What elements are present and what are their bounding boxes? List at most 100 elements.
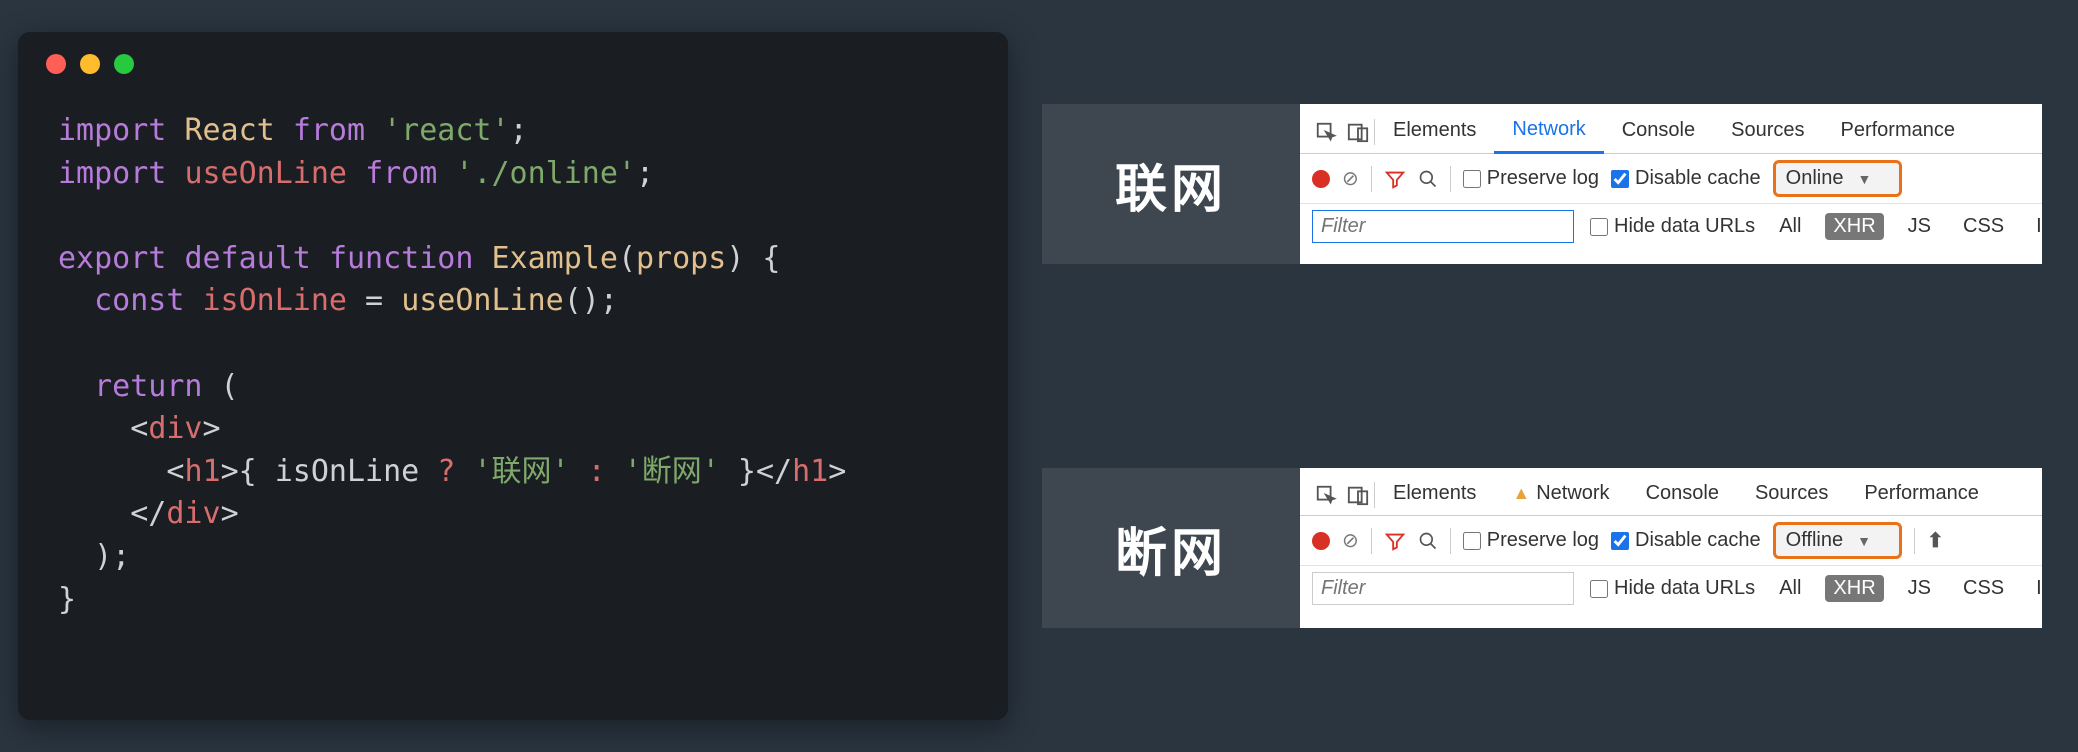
clear-icon[interactable]: ⊘ bbox=[1342, 166, 1359, 191]
filter-icon[interactable] bbox=[1384, 530, 1406, 552]
keyword-function: function bbox=[329, 241, 474, 276]
disable-cache-checkbox[interactable]: Disable cache bbox=[1611, 167, 1761, 190]
throttling-select[interactable]: Offline ▼ bbox=[1773, 522, 1902, 559]
keyword-const: const bbox=[94, 283, 184, 318]
filter-icon[interactable] bbox=[1384, 168, 1406, 190]
search-icon[interactable] bbox=[1418, 169, 1438, 189]
op-ternary-colon: : bbox=[570, 454, 624, 489]
jsx-tag-h1: h1 bbox=[184, 454, 220, 489]
keyword-default: default bbox=[184, 241, 310, 276]
identifier-useonline: useOnLine bbox=[184, 156, 347, 191]
offline-label: 断网 bbox=[1042, 468, 1300, 628]
filter-type-css[interactable]: CSS bbox=[1955, 575, 2012, 602]
device-toolbar-icon[interactable] bbox=[1342, 479, 1374, 511]
string-online: './online' bbox=[455, 156, 636, 191]
filter-type-js[interactable]: JS bbox=[1900, 213, 1939, 240]
tab-performance[interactable]: Performance bbox=[1823, 111, 1974, 152]
tab-network[interactable]: ▲ Network bbox=[1494, 474, 1627, 515]
filter-type-all[interactable]: All bbox=[1771, 213, 1809, 240]
record-icon[interactable] bbox=[1312, 532, 1330, 550]
preserve-log-input[interactable] bbox=[1463, 170, 1481, 188]
filter-type-xhr[interactable]: XHR bbox=[1825, 575, 1883, 602]
filter-input[interactable] bbox=[1312, 572, 1574, 605]
devtools-network-toolbar: ⊘ Preserve log Disable cache Offline ▼ ⬆ bbox=[1300, 516, 2042, 566]
tab-network-label: Network bbox=[1536, 482, 1609, 505]
devtools-network-toolbar: ⊘ Preserve log Disable cache Online ▼ bbox=[1300, 154, 2042, 204]
hide-data-urls-input[interactable] bbox=[1590, 218, 1608, 236]
jsx-tag-h1-close: h1 bbox=[792, 454, 828, 489]
offline-panel: 断网 Elements ▲ Network Console Sources Pe… bbox=[1042, 468, 2042, 628]
punct-eq: = bbox=[347, 283, 401, 318]
call-useonline: useOnLine bbox=[401, 283, 564, 318]
arg-props: props bbox=[636, 241, 726, 276]
keyword-return: return bbox=[94, 369, 202, 404]
punct-rbrace: } bbox=[720, 454, 756, 489]
minimize-window-icon[interactable] bbox=[80, 54, 100, 74]
punct-ltslash: </ bbox=[756, 454, 792, 489]
identifier-isonline: isOnLine bbox=[275, 454, 420, 489]
inspect-element-icon[interactable] bbox=[1310, 479, 1342, 511]
identifier-react: React bbox=[184, 113, 274, 148]
tab-sources[interactable]: Sources bbox=[1713, 111, 1822, 152]
tab-sources[interactable]: Sources bbox=[1737, 474, 1846, 515]
upload-har-icon[interactable]: ⬆ bbox=[1927, 528, 1944, 553]
punct-lbrace: { bbox=[744, 241, 780, 276]
punct-rparen: ) bbox=[726, 241, 744, 276]
filter-type-all[interactable]: All bbox=[1771, 575, 1809, 602]
hide-data-urls-checkbox[interactable]: Hide data URLs bbox=[1590, 577, 1755, 600]
hide-data-urls-checkbox[interactable]: Hide data URLs bbox=[1590, 215, 1755, 238]
keyword-import: import bbox=[58, 113, 166, 148]
zoom-window-icon[interactable] bbox=[114, 54, 134, 74]
punct-ltslash: </ bbox=[130, 496, 166, 531]
filter-input[interactable] bbox=[1312, 210, 1574, 243]
fn-name-example: Example bbox=[492, 241, 618, 276]
punct-lparen: ( bbox=[203, 369, 239, 404]
filter-type-js[interactable]: JS bbox=[1900, 575, 1939, 602]
devtools-tabs: Elements Network Console Sources Perform… bbox=[1300, 104, 2042, 154]
hide-data-urls-input[interactable] bbox=[1590, 580, 1608, 598]
warning-icon: ▲ bbox=[1512, 483, 1530, 504]
filter-type-css[interactable]: CSS bbox=[1955, 213, 2012, 240]
disable-cache-input[interactable] bbox=[1611, 170, 1629, 188]
divider bbox=[1450, 528, 1451, 554]
keyword-from: from bbox=[365, 156, 437, 191]
record-icon[interactable] bbox=[1312, 170, 1330, 188]
punct-gt: > bbox=[221, 454, 239, 489]
search-icon[interactable] bbox=[1418, 531, 1438, 551]
punct-gt: > bbox=[203, 411, 221, 446]
devtools-tabs: Elements ▲ Network Console Sources Perfo… bbox=[1300, 468, 2042, 516]
punct-gt: > bbox=[828, 454, 846, 489]
keyword-export: export bbox=[58, 241, 166, 276]
tab-elements[interactable]: Elements bbox=[1375, 111, 1494, 152]
window-traffic-lights bbox=[18, 32, 1008, 82]
devtools-filter-bar: Hide data URLs All XHR JS CSS Img M bbox=[1300, 204, 2042, 251]
filter-type-xhr[interactable]: XHR bbox=[1825, 213, 1883, 240]
disable-cache-label: Disable cache bbox=[1635, 529, 1761, 552]
disable-cache-checkbox[interactable]: Disable cache bbox=[1611, 529, 1761, 552]
disable-cache-input[interactable] bbox=[1611, 532, 1629, 550]
punct-lt: < bbox=[130, 411, 148, 446]
punct-gt: > bbox=[221, 496, 239, 531]
preserve-log-input[interactable] bbox=[1463, 532, 1481, 550]
clear-icon[interactable]: ⊘ bbox=[1342, 528, 1359, 553]
preserve-log-checkbox[interactable]: Preserve log bbox=[1463, 529, 1599, 552]
throttling-select[interactable]: Online ▼ bbox=[1773, 160, 1903, 197]
tab-console[interactable]: Console bbox=[1628, 474, 1737, 515]
close-window-icon[interactable] bbox=[46, 54, 66, 74]
device-toolbar-icon[interactable] bbox=[1342, 116, 1374, 148]
online-panel: 联网 Elements Network Console Sources Perf… bbox=[1042, 104, 2042, 264]
punct-lbrace: { bbox=[239, 454, 275, 489]
preserve-log-checkbox[interactable]: Preserve log bbox=[1463, 167, 1599, 190]
keyword-import: import bbox=[58, 156, 166, 191]
tab-elements[interactable]: Elements bbox=[1375, 474, 1494, 515]
jsx-tag-div-close: div bbox=[166, 496, 220, 531]
tab-performance[interactable]: Performance bbox=[1846, 474, 1997, 515]
keyword-from: from bbox=[293, 113, 365, 148]
tab-console[interactable]: Console bbox=[1604, 111, 1713, 152]
code-block: import React from 'react'; import useOnL… bbox=[18, 82, 1008, 661]
online-label: 联网 bbox=[1042, 104, 1300, 264]
filter-type-img[interactable]: Img bbox=[2028, 213, 2042, 240]
filter-type-img[interactable]: Img bbox=[2028, 575, 2042, 602]
inspect-element-icon[interactable] bbox=[1310, 116, 1342, 148]
tab-network[interactable]: Network bbox=[1494, 110, 1603, 154]
